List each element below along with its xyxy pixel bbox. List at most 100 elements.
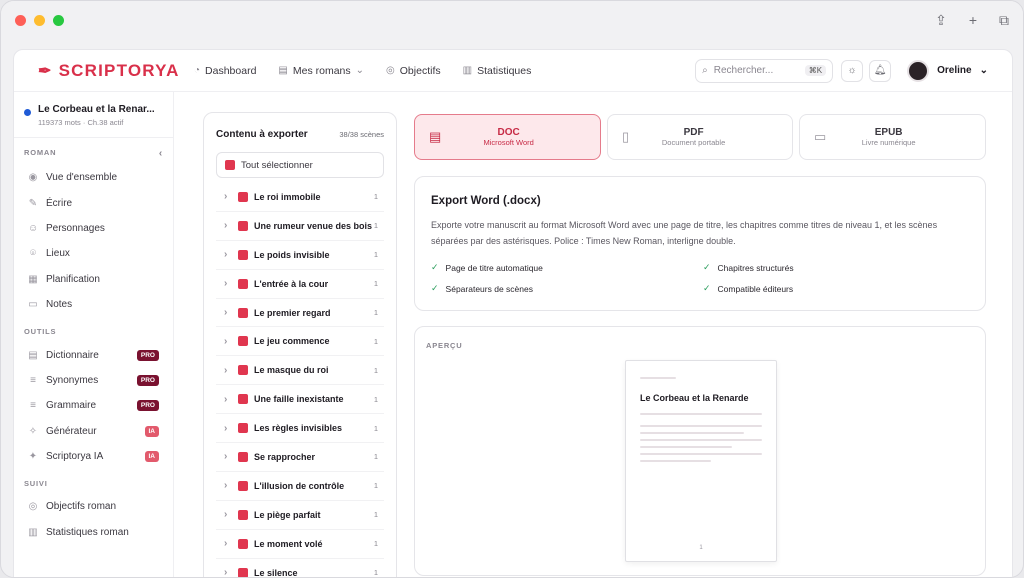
list-icon: ≡	[30, 400, 36, 412]
scene-row[interactable]: › L'illusion de contrôle 1	[216, 472, 384, 501]
project-title: Le Corbeau et la Renar...	[38, 104, 155, 115]
scene-title: Le silence	[254, 567, 298, 578]
pin-icon: ⌾	[30, 248, 36, 260]
sidebar-item-ecrire[interactable]: ✎ Écrire	[14, 190, 173, 215]
select-all-checkbox[interactable]: Tout sélectionner	[216, 152, 384, 178]
scene-checkbox[interactable]	[238, 307, 248, 318]
scene-row[interactable]: › Le roi immobile 1	[216, 183, 384, 212]
brand-logo[interactable]: ✒ SCRIPTORYA	[38, 61, 194, 81]
scene-row[interactable]: › Se rapprocher 1	[216, 443, 384, 472]
sidebar-item-notes[interactable]: ▭ Notes	[14, 292, 173, 317]
scene-checkbox[interactable]	[238, 278, 248, 289]
chevron-right-icon[interactable]: ›	[216, 220, 232, 231]
sidebar-item-objectifs-roman[interactable]: ◎ Objectifs roman	[14, 494, 173, 519]
nav-dashboard[interactable]: ◔ Dashboard	[194, 65, 256, 77]
chevron-right-icon[interactable]: ›	[216, 307, 232, 318]
scene-checkbox[interactable]	[238, 394, 248, 405]
scene-count: 1	[373, 452, 378, 462]
project-selector[interactable]: Le Corbeau et la Renar... 119373 mots · …	[14, 100, 173, 138]
scene-checkbox[interactable]	[238, 567, 248, 577]
project-meta: 119373 mots · Ch.38 actif	[38, 118, 124, 127]
chevron-right-icon[interactable]: ›	[216, 538, 232, 549]
text-line	[640, 425, 762, 427]
sidebar-item-vue-ensemble[interactable]: ◉ Vue d'ensemble	[14, 165, 173, 190]
scene-checkbox[interactable]	[238, 191, 248, 202]
user-menu[interactable]: Oreline ⌄	[907, 59, 988, 82]
nav-mes-romans[interactable]: ▤ Mes romans ⌄	[278, 65, 364, 77]
eye-icon: ◉	[28, 172, 38, 184]
chevron-right-icon[interactable]: ›	[216, 249, 232, 260]
sidebar-item-lieux[interactable]: ⌾ Lieux	[14, 241, 173, 266]
theme-toggle-button[interactable]: ☼	[841, 59, 864, 82]
nav-objectifs[interactable]: ◎ Objectifs	[386, 65, 441, 77]
page-rule	[640, 413, 762, 415]
chevron-right-icon[interactable]: ›	[216, 278, 232, 289]
chevron-right-icon[interactable]: ›	[216, 365, 232, 376]
sidebar-item-statistiques-roman[interactable]: ▥ Statistiques roman	[14, 520, 173, 545]
wand-icon: ✧	[28, 425, 38, 437]
scene-row[interactable]: › Une faille inexistante 1	[216, 385, 384, 415]
sidebar-item-grammaire[interactable]: ≡ Grammaire PRO	[14, 393, 173, 418]
sidebar-item-planification[interactable]: ▦ Planification	[14, 267, 173, 292]
scene-row[interactable]: › Les règles invisibles 1	[216, 414, 384, 444]
search-input[interactable]: ⌕ Rechercher... ⌘K	[695, 58, 834, 83]
sidebar-item-personnages[interactable]: ☺ Personnages	[14, 216, 173, 241]
section-suivi-title: SUIVI	[24, 479, 48, 489]
scene-checkbox[interactable]	[238, 451, 248, 462]
scene-row[interactable]: › Le moment volé 1	[216, 530, 384, 559]
sidebar-item-generateur[interactable]: ✧ Générateur IA	[14, 419, 173, 444]
plus-icon[interactable]: +	[969, 12, 977, 29]
scene-checkbox[interactable]	[238, 336, 248, 347]
scene-checkbox[interactable]	[238, 249, 248, 260]
ia-badge: IA	[144, 451, 159, 463]
format-pdf-option[interactable]: ▯ PDF Document portable	[607, 114, 793, 160]
scene-row[interactable]: › Le premier regard 1	[216, 299, 384, 328]
copy-icon[interactable]: ⧉	[999, 12, 1009, 29]
notifications-button[interactable]: 🔔︎	[869, 59, 892, 82]
scene-row[interactable]: › Le poids invisible 1	[216, 241, 384, 270]
close-window-button[interactable]	[15, 14, 26, 26]
section-outils-title: OUTILS	[24, 327, 57, 337]
format-doc-option[interactable]: ▤ DOC Microsoft Word	[414, 114, 601, 160]
feature-item: ✓ Chapitres structurés	[703, 262, 794, 273]
sidebar-item-scriptorya-ia[interactable]: ✦ Scriptorya IA IA	[14, 444, 173, 469]
chevron-right-icon[interactable]: ›	[216, 567, 232, 577]
scene-row[interactable]: › Une rumeur venue des bois 1	[216, 212, 384, 241]
preview-card: APERÇU Le Corbeau et la Renarde 1	[414, 326, 986, 576]
scene-row[interactable]: › Le masque du roi 1	[216, 356, 384, 386]
collapse-sidebar-icon[interactable]: ‹	[159, 148, 163, 159]
scene-checkbox[interactable]	[238, 365, 248, 376]
chart-icon: ▥	[462, 65, 473, 76]
scene-row[interactable]: › Le piège parfait 1	[216, 501, 384, 530]
shortcut-badge: ⌘K	[804, 65, 827, 76]
scene-count: 1	[373, 365, 378, 375]
format-epub-option[interactable]: ▭ EPUB Livre numérique	[799, 114, 986, 160]
minimize-window-button[interactable]	[34, 14, 45, 26]
chevron-right-icon[interactable]: ›	[216, 336, 232, 347]
chevron-right-icon[interactable]: ›	[216, 423, 232, 434]
scene-row[interactable]: › Le silence 1	[216, 559, 384, 578]
maximize-window-button[interactable]	[53, 14, 64, 26]
scene-checkbox[interactable]	[238, 423, 248, 434]
scene-title: Les règles invisibles	[254, 423, 343, 434]
chevron-right-icon[interactable]: ›	[216, 394, 232, 405]
preview-label: APERÇU	[426, 341, 463, 350]
scene-checkbox[interactable]	[238, 220, 248, 231]
scene-checkbox[interactable]	[238, 509, 248, 520]
dashboard-icon: ◔	[194, 65, 201, 76]
sidebar: Le Corbeau et la Renar... 119373 mots · …	[14, 92, 174, 577]
scene-title: L'entrée à la cour	[254, 278, 329, 289]
pencil-icon: ✎	[28, 197, 38, 209]
scene-checkbox[interactable]	[238, 480, 248, 491]
scene-row[interactable]: › Le jeu commence 1	[216, 327, 384, 357]
share-icon[interactable]: ⇪	[935, 12, 947, 29]
chevron-right-icon[interactable]: ›	[216, 451, 232, 462]
chevron-right-icon[interactable]: ›	[216, 191, 232, 202]
scene-row[interactable]: › L'entrée à la cour 1	[216, 270, 384, 299]
chevron-right-icon[interactable]: ›	[216, 480, 232, 491]
sidebar-item-dictionnaire[interactable]: ▤ Dictionnaire PRO	[14, 342, 173, 367]
chevron-right-icon[interactable]: ›	[216, 509, 232, 520]
nav-statistiques[interactable]: ▥ Statistiques	[463, 65, 532, 77]
scene-checkbox[interactable]	[238, 538, 248, 549]
sidebar-item-synonymes[interactable]: ≡ Synonymes PRO	[14, 368, 173, 393]
